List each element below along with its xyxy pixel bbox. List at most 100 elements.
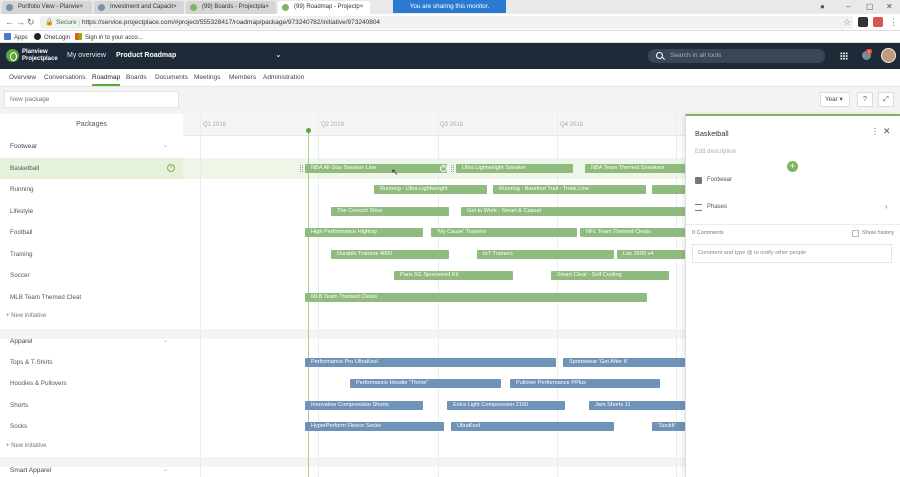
tab-roadmap[interactable]: Roadmap xyxy=(92,74,121,86)
tab-meetings[interactable]: Meetings xyxy=(194,74,220,81)
roadmap-bar[interactable]: Pullover Performance PPlus xyxy=(510,379,660,388)
quarter-label: Q1 2018 xyxy=(203,122,227,128)
initiative-row-training[interactable]: Training xyxy=(0,244,183,265)
roadmap-bar[interactable]: Smart Cleat - Self Cooling xyxy=(551,271,669,280)
tab-overview[interactable]: Overview xyxy=(9,74,36,81)
browser-tab-active[interactable]: (99) Roadmap - Projectp× xyxy=(278,1,370,14)
roadmap-bar[interactable]: NBA Team Themed Sneakers xyxy=(585,164,685,173)
panel-title[interactable]: Basketball xyxy=(695,129,729,138)
roadmap-bar[interactable]: HyperPerform Fleece Socks xyxy=(305,422,444,431)
package-group-apparel[interactable]: Apparel ⌄ xyxy=(0,334,183,349)
bookmark-signin[interactable]: Sign in to your acco... xyxy=(75,33,143,41)
roadmap-bar[interactable]: Performance Pro UltraKool xyxy=(305,358,556,367)
chevron-right-icon[interactable]: › xyxy=(885,202,888,211)
roadmap-toolbar: New package Year ▾ ? ⤢ xyxy=(0,87,900,114)
forward-icon[interactable]: → xyxy=(16,17,25,27)
package-group-smart-apparel[interactable]: Smart Apparel ⌄ xyxy=(0,463,183,477)
show-history-checkbox[interactable] xyxy=(852,230,859,237)
roadmap-bar[interactable]: Durable Trainers 4000 xyxy=(331,250,449,259)
more-options-icon[interactable]: ⋮ xyxy=(871,127,879,136)
initiative-row-football[interactable]: Football xyxy=(0,222,183,243)
url-input[interactable]: 🔒 Secure | https://service.projectplace.… xyxy=(40,16,853,29)
initiative-row-running[interactable]: Running xyxy=(0,179,183,200)
chevron-down-icon[interactable]: ⌄ xyxy=(163,139,168,154)
profile-icon[interactable]: ● xyxy=(820,2,825,11)
project-name[interactable]: Product Roadmap xyxy=(116,52,176,59)
initiative-row-lifestyle[interactable]: Lifestyle xyxy=(0,201,183,222)
roadmap-bar[interactable]: 'SockIt' xyxy=(652,422,685,431)
chevron-down-icon[interactable]: ⌄ xyxy=(275,50,282,59)
drag-handle[interactable] xyxy=(300,165,303,172)
description-field[interactable]: Edit description xyxy=(695,149,736,155)
new-initiative-button[interactable]: + New initiative xyxy=(0,310,183,323)
bookmark-apps[interactable]: Apps xyxy=(4,33,28,41)
search-input[interactable]: Search in all tools xyxy=(648,49,825,63)
roadmap-bar[interactable]: Extra Light Compression 2160 xyxy=(447,401,565,410)
roadmap-bar[interactable]: Lite 2600 v4 xyxy=(617,250,685,259)
app-grid-icon[interactable] xyxy=(840,52,848,60)
roadmap-bar[interactable]: High Performance Hightop xyxy=(305,228,423,237)
reload-icon[interactable]: ↻ xyxy=(27,17,35,28)
close-icon[interactable]: ✕ xyxy=(883,126,891,137)
roadmap-bar[interactable]: Running - Ultra Lightweight xyxy=(374,185,487,194)
roadmap-bar[interactable]: IoT Trainers xyxy=(477,250,614,259)
package-group-footwear[interactable]: Footwear ⌄ xyxy=(0,139,183,154)
roadmap-bar[interactable]: Sportswear 'Get After It' xyxy=(563,358,685,367)
extension-icon[interactable] xyxy=(858,17,868,27)
roadmap-bar[interactable]: NFL Team Themed Cleats xyxy=(580,228,685,237)
add-icon[interactable]: + xyxy=(167,164,175,172)
roadmap-bar[interactable]: Get to Work - Smart & Casual xyxy=(461,207,685,216)
new-package-input[interactable]: New package xyxy=(4,91,179,108)
initiative-row-mlb[interactable]: MLB Team Themed Cleat xyxy=(0,287,183,308)
my-overview-link[interactable]: My overview xyxy=(67,52,106,59)
new-initiative-button[interactable]: + New initiative xyxy=(0,440,183,453)
roadmap-bar[interactable]: Running - Barefoot Trail - Trekk Line xyxy=(493,185,646,194)
phases-field[interactable]: Phases xyxy=(695,204,727,211)
add-icon[interactable]: + xyxy=(440,165,447,172)
browser-menu-icon[interactable]: ⋮ xyxy=(889,17,898,28)
chevron-down-icon[interactable]: ⌄ xyxy=(163,463,168,477)
back-icon[interactable]: ← xyxy=(5,17,14,27)
browser-tab[interactable]: Portfolio View - Planvie× xyxy=(2,1,92,14)
tab-conversations[interactable]: Conversations xyxy=(44,74,86,81)
initiative-row-basketball[interactable]: Basketball + xyxy=(0,158,183,179)
maximize-icon[interactable]: ▢ xyxy=(866,2,874,11)
drag-handle[interactable] xyxy=(451,165,454,172)
roadmap-bar[interactable]: Ultra Lightweight Sneaker xyxy=(456,164,573,173)
roadmap-bar[interactable]: Performance Hoodie "Thrive" xyxy=(350,379,501,388)
roadmap-bar[interactable]: Jam Shorts 11 xyxy=(589,401,685,410)
bookmark-onelogin[interactable]: OneLogin xyxy=(34,33,70,41)
roadmap-bar[interactable]: MLB Team Themed Cleats xyxy=(305,293,647,302)
minimize-icon[interactable]: – xyxy=(846,2,850,11)
tab-members[interactable]: Members xyxy=(229,74,256,81)
roadmap-bar[interactable]: The Concert Shoe xyxy=(331,207,449,216)
app-logo-text[interactable]: Planview Projectplace xyxy=(22,49,58,63)
comment-input[interactable]: Comment and type @ to notify other peopl… xyxy=(692,244,892,263)
roadmap-bar[interactable]: NBA All-Star Sneaker Line xyxy=(305,164,447,173)
roadmap-bar[interactable] xyxy=(652,185,685,194)
roadmap-bar[interactable]: Paris 5G Sponsored Kit xyxy=(394,271,513,280)
roadmap-bar[interactable]: Innovative Compression Shorts xyxy=(305,401,423,410)
tab-boards[interactable]: Boards xyxy=(126,74,147,81)
roadmap-bar[interactable]: 'My Cause' Trainers xyxy=(431,228,577,237)
tab-documents[interactable]: Documents xyxy=(155,74,188,81)
help-icon[interactable]: ? xyxy=(857,92,873,107)
roadmap-bar[interactable]: UltraKool xyxy=(451,422,614,431)
initiative-row-hoodies[interactable]: Hoodies & Pullovers xyxy=(0,373,183,394)
add-icon[interactable]: + xyxy=(787,161,798,172)
tab-administration[interactable]: Administration xyxy=(263,74,304,81)
extension-icon[interactable] xyxy=(873,17,883,27)
expand-icon[interactable]: ⤢ xyxy=(878,92,894,107)
avatar[interactable] xyxy=(881,48,896,63)
initiative-row-tops[interactable]: Tops & T-Shirts xyxy=(0,352,183,373)
chevron-down-icon[interactable]: ⌄ xyxy=(163,334,168,349)
bookmark-star-icon[interactable]: ☆ xyxy=(843,17,851,28)
browser-tab[interactable]: (99) Boards - Projectpla× xyxy=(186,1,276,14)
initiative-row-shorts[interactable]: Shorts xyxy=(0,395,183,416)
initiative-row-soccer[interactable]: Soccer xyxy=(0,265,183,286)
close-window-icon[interactable]: ✕ xyxy=(886,2,893,11)
package-field[interactable]: Footwear xyxy=(695,177,732,184)
view-range-select[interactable]: Year ▾ xyxy=(820,92,850,107)
browser-tab[interactable]: Investment and Capacit× xyxy=(94,1,184,14)
initiative-row-socks[interactable]: Socks xyxy=(0,416,183,437)
